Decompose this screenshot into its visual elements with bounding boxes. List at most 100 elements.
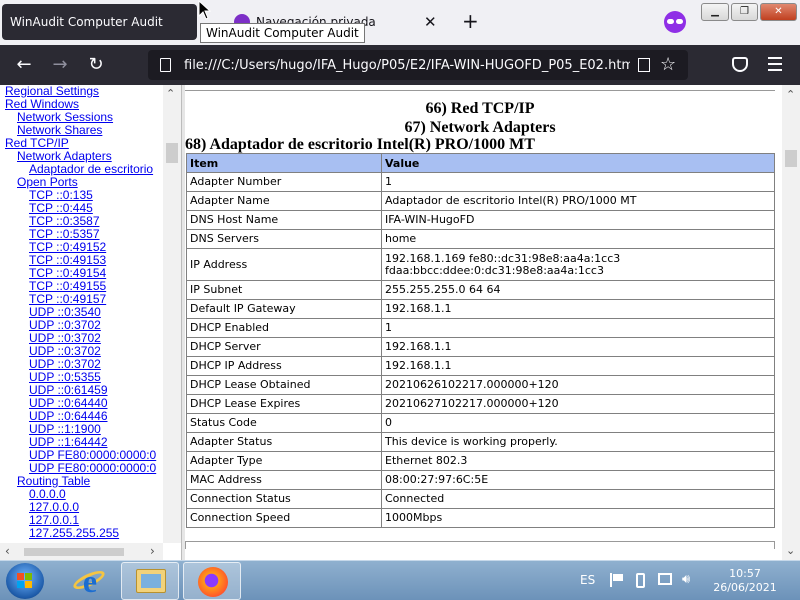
tree-link[interactable]: UDP FE80:0000:0000:0 [0,449,163,462]
tree-link[interactable]: Network Sessions [0,111,163,124]
address-bar[interactable]: file:///C:/Users/hugo/IFA_Hugo/P05/E2/IF… [148,50,688,80]
start-button[interactable] [6,563,44,599]
scrollbar-thumb[interactable] [166,143,178,163]
tree-link[interactable]: UDP ::0:64440 [0,397,163,410]
cell-value: home [381,229,775,249]
tree-link[interactable]: Red TCP/IP [0,137,163,150]
pocket-icon[interactable] [732,57,748,72]
forward-icon[interactable]: → [48,53,72,77]
firefox-icon [198,567,228,597]
tree-link[interactable]: Red Windows [0,98,163,111]
tree-link[interactable]: 127.255.255.255 [0,527,163,540]
tree-link[interactable]: Network Adapters [0,150,163,163]
cell-item: IP Address [186,248,382,281]
cell-item: DNS Servers [186,229,382,249]
tree-link[interactable]: UDP ::0:3702 [0,345,163,358]
url-text[interactable]: file:///C:/Users/hugo/IFA_Hugo/P05/E2/IF… [184,57,630,74]
tree-link[interactable]: TCP ::0:5357 [0,228,163,241]
tree-link[interactable]: TCP ::0:49153 [0,254,163,267]
tree-link[interactable]: Open Ports [0,176,163,189]
tree-link[interactable]: Adaptador de escritorio [0,163,163,176]
cell-value: 1 [381,318,775,338]
tree-link[interactable]: 0.0.0.0 [0,488,163,501]
navigation-frame: Regional Settings Red Windows Network Sess… [0,85,181,560]
tab-bar: WinAudit Computer Audit WinAudit Compute… [0,0,800,45]
left-vertical-scrollbar[interactable]: ⌃ [163,85,181,543]
tree-link[interactable]: 127.0.0.1 [0,514,163,527]
cell-item: DHCP IP Address [186,356,382,376]
page-icon [160,58,171,72]
tree-link[interactable]: TCP ::0:135 [0,189,163,202]
tree-link[interactable]: TCP ::0:49152 [0,241,163,254]
cell-item: MAC Address [186,470,382,490]
taskbar-windows-explorer[interactable] [121,562,179,600]
tree-link[interactable]: UDP ::0:3702 [0,358,163,371]
tab-tooltip: WinAudit Computer Audit [200,23,365,43]
window-controls: ▁ ❐ ✕ [701,3,797,21]
close-window-button[interactable]: ✕ [760,3,797,21]
network-icon[interactable] [658,573,672,585]
tree-link[interactable]: UDP ::0:3540 [0,306,163,319]
tab-close-icon[interactable]: ✕ [424,13,437,31]
tree-link[interactable]: TCP ::0:49154 [0,267,163,280]
volume-icon[interactable]: 🔊︎ [682,573,700,587]
tree-link[interactable]: TCP ::0:3587 [0,215,163,228]
cell-item: DHCP Server [186,337,382,357]
cell-value: 192.168.1.1 [381,337,775,357]
table-row: DNS Host Name IFA-WIN-HugoFD [186,210,775,230]
reader-view-icon[interactable] [638,58,650,72]
bookmark-star-icon[interactable]: ☆ [660,53,676,77]
scroll-left-arrow-icon[interactable]: ‹ [5,545,10,557]
tree-link[interactable]: UDP ::0:3702 [0,332,163,345]
scrollbar-thumb[interactable] [24,548,124,556]
minimize-button[interactable]: ▁ [701,3,729,21]
table-row: DHCP Enabled 1 [186,318,775,338]
next-section-border [185,541,775,549]
reload-icon[interactable]: ↻ [84,53,108,77]
tab-winaudit[interactable]: WinAudit Computer Audit [2,4,197,40]
cell-item: DHCP Lease Expires [186,394,382,414]
tree-link[interactable]: UDP ::1:1900 [0,423,163,436]
tree-link[interactable]: 127.0.0.0 [0,501,163,514]
table-row: DHCP IP Address 192.168.1.1 [186,356,775,376]
language-indicator[interactable]: ES [580,572,595,588]
tree-link[interactable]: Routing Table [0,475,163,488]
tree-link[interactable]: Regional Settings [0,85,163,98]
section-divider [185,90,775,91]
cell-item: Adapter Number [186,172,382,192]
tree-link[interactable]: UDP ::0:64446 [0,410,163,423]
cell-item: Connection Status [186,489,382,509]
action-center-flag-icon[interactable] [610,573,624,587]
maximize-button[interactable]: ❐ [731,3,758,21]
taskbar-firefox[interactable] [183,562,241,600]
scroll-down-arrow-icon[interactable]: ⌄ [786,545,795,557]
scroll-up-arrow-icon[interactable]: ⌃ [786,89,795,101]
tree-link[interactable]: Network Shares [0,124,163,137]
left-horizontal-scrollbar[interactable]: ‹ › [0,543,163,560]
cell-value: Adaptador de escritorio Intel(R) PRO/100… [381,191,775,211]
table-row: DHCP Server 192.168.1.1 [186,337,775,357]
cell-item: DHCP Lease Obtained [186,375,382,395]
cell-value: 20210626102217.000000+120 [381,375,775,395]
tree-link[interactable]: TCP ::0:49155 [0,280,163,293]
taskbar-internet-explorer[interactable]: e [60,562,118,600]
tree-link[interactable]: UDP ::0:5355 [0,371,163,384]
tree-link[interactable]: UDP FE80:0000:0000:0 [0,462,163,475]
tree-link[interactable]: TCP ::0:445 [0,202,163,215]
new-tab-button[interactable]: + [462,10,479,32]
tree-link[interactable]: UDP ::0:3702 [0,319,163,332]
table-row: Default IP Gateway 192.168.1.1 [186,299,775,319]
system-clock[interactable]: 10:57 26/06/2021 [700,567,790,595]
tree-link[interactable]: UDP ::0:61459 [0,384,163,397]
mouse-cursor-icon [198,0,212,20]
back-icon[interactable]: ← [12,53,36,77]
tree-link[interactable]: TCP ::0:49157 [0,293,163,306]
menu-icon[interactable] [768,57,782,71]
scroll-right-arrow-icon[interactable]: › [150,545,155,557]
battery-icon[interactable] [636,573,645,588]
scroll-up-arrow-icon[interactable]: ⌃ [166,88,175,100]
scrollbar-thumb[interactable] [785,150,797,167]
right-vertical-scrollbar[interactable]: ⌃ ⌄ [782,85,800,560]
tree-link[interactable]: UDP ::1:64442 [0,436,163,449]
cell-item: DNS Host Name [186,210,382,230]
